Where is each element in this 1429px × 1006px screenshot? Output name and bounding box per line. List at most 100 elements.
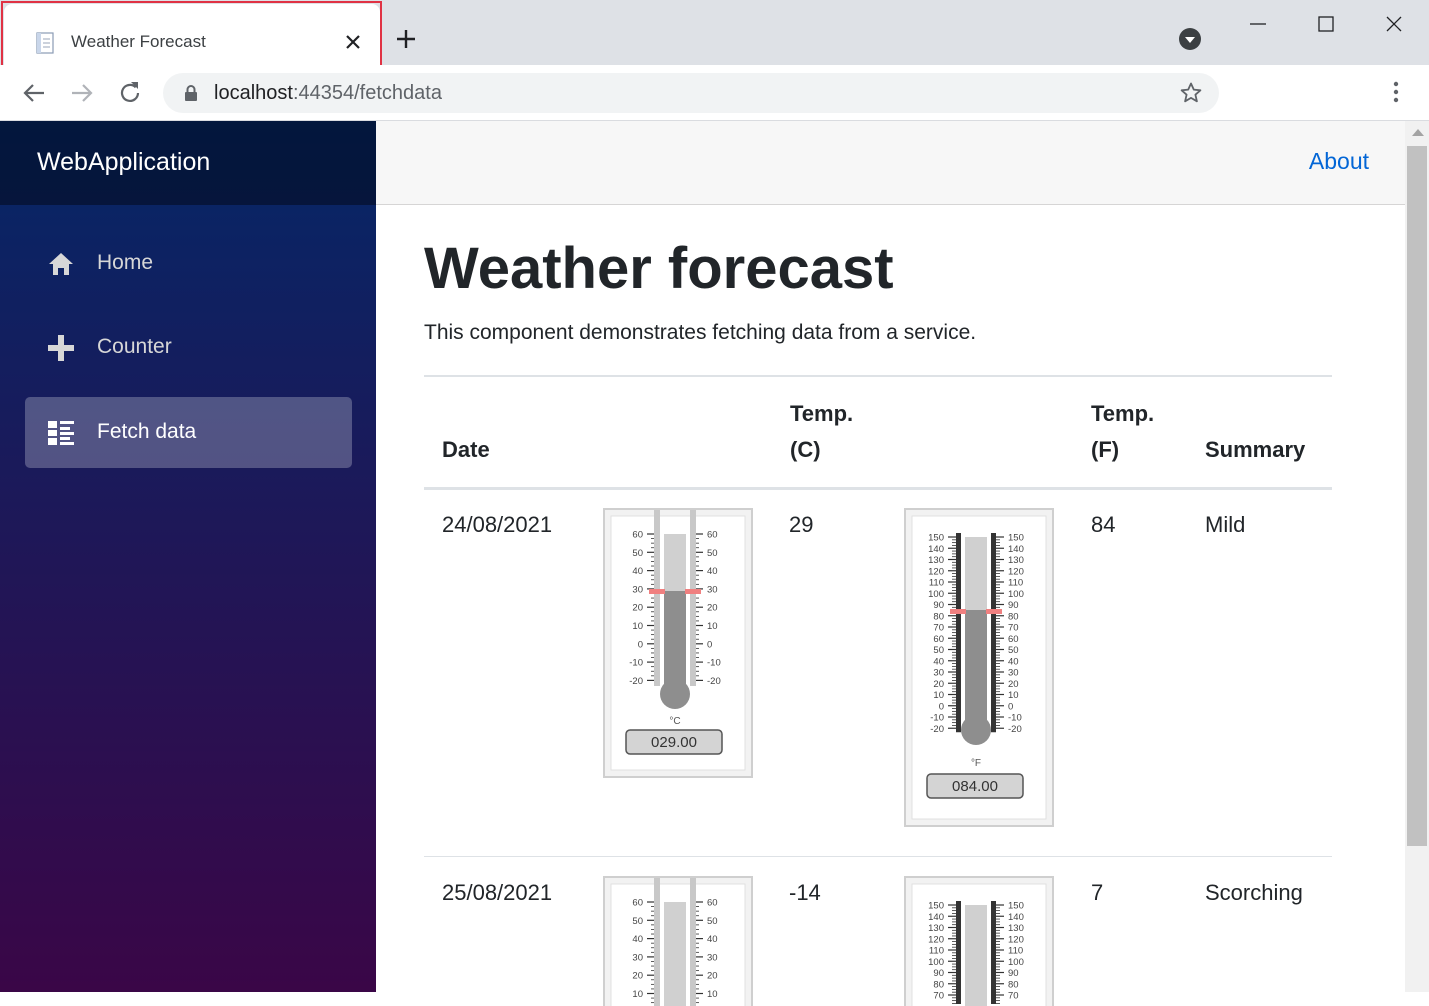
scale-label: 20	[632, 971, 643, 982]
address-bar[interactable]: localhost:44354/fetchdata	[163, 73, 1219, 113]
scale-bar	[991, 901, 996, 1004]
scale-label: 20	[632, 603, 643, 614]
scale-label: 120	[928, 934, 944, 945]
scale-label: 70	[1008, 991, 1019, 1002]
fahrenheit-unit: °F	[971, 758, 981, 769]
nav-label-fetch-data: Fetch data	[97, 420, 196, 444]
scale-label: 50	[632, 916, 643, 927]
cell-temp-f: 84	[1091, 512, 1115, 538]
close-tab-icon[interactable]	[342, 31, 364, 53]
scale-label: 130	[928, 555, 944, 566]
reload-icon[interactable]	[115, 78, 145, 108]
scale-label: 140	[1008, 544, 1024, 555]
scale-label: 100	[1008, 589, 1024, 600]
column-header-temp-c-line2: (C)	[790, 432, 821, 468]
browser-tab[interactable]: Weather Forecast	[4, 4, 380, 65]
forward-icon[interactable]	[67, 78, 97, 108]
scale-label: 60	[707, 530, 718, 541]
more-menu-icon[interactable]	[1383, 79, 1409, 105]
cell-temp-f: 7	[1091, 880, 1103, 906]
scroll-up-arrow-icon[interactable]	[1412, 129, 1424, 136]
scale-label: 20	[707, 971, 718, 982]
forecast-table: Date Temp. (C) Temp. (F) Summary 24/08/2…	[424, 375, 1332, 377]
scale-label: 10	[1008, 690, 1019, 701]
celsius-thermometer-gauge: 6050403020100-10-20 6050403020100-10-20 …	[603, 508, 753, 778]
scale-bar	[991, 533, 996, 732]
scale-label: -10	[1008, 713, 1022, 724]
nav-item-home[interactable]: Home	[25, 228, 352, 299]
scale-label: 90	[1008, 600, 1019, 611]
scale-label: 40	[632, 934, 643, 945]
scale-label: 0	[1008, 701, 1013, 712]
scale-label: 110	[1008, 578, 1023, 589]
row-divider	[424, 856, 1332, 857]
scale-label: 80	[933, 611, 944, 622]
scale-label: 50	[933, 645, 944, 656]
scale-label: 50	[1008, 645, 1019, 656]
scale-label: 120	[1008, 934, 1024, 945]
scale-label: 150	[1008, 533, 1024, 544]
new-tab-icon[interactable]	[394, 27, 418, 51]
scale-label: 150	[928, 533, 944, 544]
fahrenheit-readout: 084.00	[952, 778, 998, 795]
scale-label: 50	[707, 916, 718, 927]
scale-label: 70	[1008, 623, 1019, 634]
nav-label-home: Home	[97, 251, 153, 275]
url-path: :44354/fetchdata	[293, 82, 442, 104]
scale-label: 100	[928, 589, 944, 600]
scale-label: 140	[928, 912, 944, 923]
scale-label: 130	[1008, 923, 1024, 934]
scale-label: 20	[933, 679, 944, 690]
scale-label: 0	[638, 639, 643, 650]
tab-search-icon[interactable]	[1178, 27, 1202, 51]
brand-bar: WebApplication	[0, 121, 376, 205]
scale-label: 60	[1008, 634, 1019, 645]
scale-label: 150	[1008, 901, 1024, 912]
list-icon	[47, 419, 75, 447]
scale-label: 30	[707, 952, 718, 963]
scale-label: 150	[928, 901, 944, 912]
scale-bar	[956, 901, 961, 1004]
scale-label: 10	[632, 989, 643, 1000]
scale-label: -20	[1008, 724, 1022, 735]
maximize-icon[interactable]	[1314, 12, 1338, 36]
fahrenheit-gauge-drawing: 1501401301201101009080706050403020100-10…	[906, 510, 1052, 825]
celsius-gauge-drawing: 6050403020100-10-20 6050403020100-10-20 …	[605, 510, 751, 776]
nav-item-fetch-data[interactable]: Fetch data	[25, 397, 352, 468]
scale-label: 110	[929, 946, 944, 957]
tab-title: Weather Forecast	[71, 32, 206, 52]
scale-label: 80	[1008, 611, 1019, 622]
bookmark-star-icon[interactable]	[1179, 81, 1203, 105]
scale-label: 50	[632, 548, 643, 559]
cell-date: 24/08/2021	[442, 512, 552, 538]
back-icon[interactable]	[19, 78, 49, 108]
cell-temp-c: -14	[789, 880, 821, 906]
brand-link[interactable]: WebApplication	[37, 148, 210, 177]
scale-label: 110	[1008, 946, 1023, 957]
scale-label: -10	[707, 658, 721, 669]
scale-label: 30	[632, 952, 643, 963]
scale-label: 40	[1008, 656, 1019, 667]
page-scrollbar[interactable]	[1405, 121, 1429, 992]
nav-item-counter[interactable]: Counter	[25, 312, 352, 383]
scale-label: 30	[933, 668, 944, 679]
cell-summary: Mild	[1205, 512, 1245, 538]
scale-label: 70	[933, 991, 944, 1002]
scale-label: 130	[928, 923, 944, 934]
column-header-date: Date	[442, 432, 490, 468]
browser-toolbar: localhost:44354/fetchdata	[0, 65, 1429, 121]
lock-icon[interactable]	[183, 84, 199, 102]
page-description: This component demonstrates fetching dat…	[424, 321, 976, 345]
scale-bar	[956, 533, 961, 732]
about-link[interactable]: About	[1309, 148, 1369, 175]
scroll-thumb[interactable]	[1407, 146, 1427, 846]
fahrenheit-gauge-drawing: 150140130120110100908070 150140130120110…	[906, 878, 1052, 1006]
nav-label-counter: Counter	[97, 335, 172, 359]
home-icon	[47, 250, 75, 278]
scale-label: 110	[929, 578, 944, 589]
minimize-icon[interactable]	[1246, 12, 1270, 36]
scale-label: 80	[1008, 979, 1019, 990]
window-close-icon[interactable]	[1382, 12, 1406, 36]
scale-label: 30	[707, 584, 718, 595]
celsius-readout: 029.00	[651, 734, 697, 751]
